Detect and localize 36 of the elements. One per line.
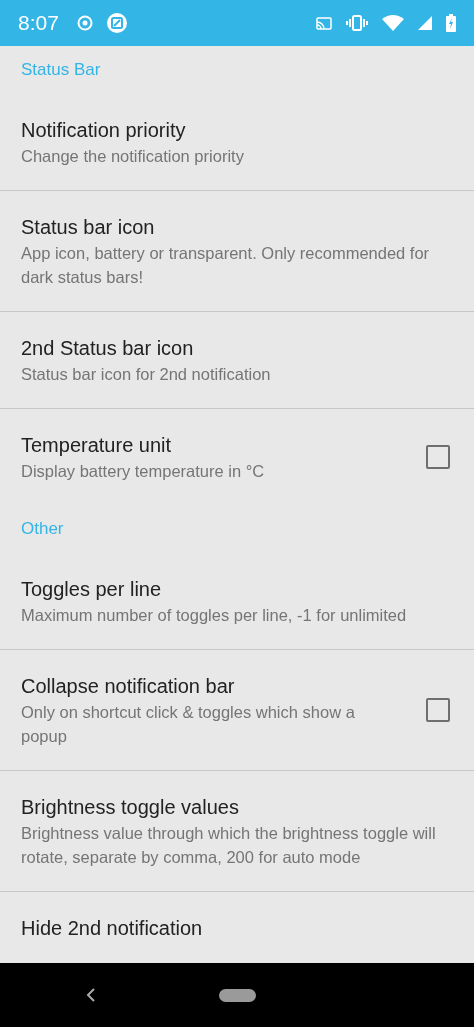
setting-title: Hide 2nd notification <box>21 916 203 941</box>
settings-item[interactable]: 2nd Status bar icon Status bar icon for 2nd notification <box>0 312 474 409</box>
setting-summary: Display battery temperature in °C <box>21 461 265 482</box>
clock: 8:07 <box>18 11 59 35</box>
settings-item[interactable]: Toggles per line Maximum number of toggles per line, -1 for unlimited <box>0 553 474 650</box>
vibrate-icon <box>346 15 368 31</box>
setting-summary: Brightness value through which the brightness toggle will rotate, separate by comma, 200 for auto mode <box>21 823 437 868</box>
setting-title: Collapse notification bar <box>21 674 235 699</box>
setting-summary: Change the notification priority <box>21 146 244 167</box>
back-icon[interactable] <box>86 987 96 1003</box>
setting-summary: App icon, battery or transparent. Only recommended for dark status bars! <box>21 243 431 288</box>
settings-item[interactable]: Status bar icon App icon, battery or transparent. Only recommended for dark status bars! <box>0 191 474 312</box>
setting-title: Status bar icon <box>21 215 155 240</box>
signal-icon <box>418 16 432 30</box>
settings-item[interactable]: Notification priority Change the notification priority <box>0 94 474 191</box>
setting-summary: Maximum number of toggles per line, -1 for unlimited <box>21 605 407 626</box>
settings-item[interactable]: Hide 2nd notification <box>0 892 474 963</box>
setting-title: Notification priority <box>21 118 186 143</box>
cast-icon <box>316 16 332 30</box>
settings-item[interactable]: Brightness toggle values Brightness value through which the brightness toggle will rotate, separate by comma, 200 for auto mode <box>0 771 474 892</box>
app-icon <box>106 13 127 33</box>
setting-summary: Status bar icon for 2nd notification <box>21 364 271 385</box>
section-header: Status Bar <box>21 59 101 81</box>
home-button[interactable] <box>218 988 256 1002</box>
setting-title: 2nd Status bar icon <box>21 336 194 361</box>
setting-title: Temperature unit <box>21 433 172 458</box>
settings-item[interactable]: Temperature unit Display battery temperature in °C <box>0 409 474 505</box>
checkbox[interactable] <box>426 698 450 722</box>
setting-title: Brightness toggle values <box>21 795 239 820</box>
setting-title: Toggles per line <box>21 577 162 602</box>
battery-charging-icon <box>446 14 456 32</box>
wifi-icon <box>382 15 404 31</box>
setting-summary: Only on shortcut click & toggles which show a popup <box>21 702 356 747</box>
settings-item[interactable]: Collapse notification bar Only on shortcut click & toggles which show a popup <box>0 650 474 771</box>
checkbox[interactable] <box>426 445 450 469</box>
section-header: Other <box>21 518 64 540</box>
